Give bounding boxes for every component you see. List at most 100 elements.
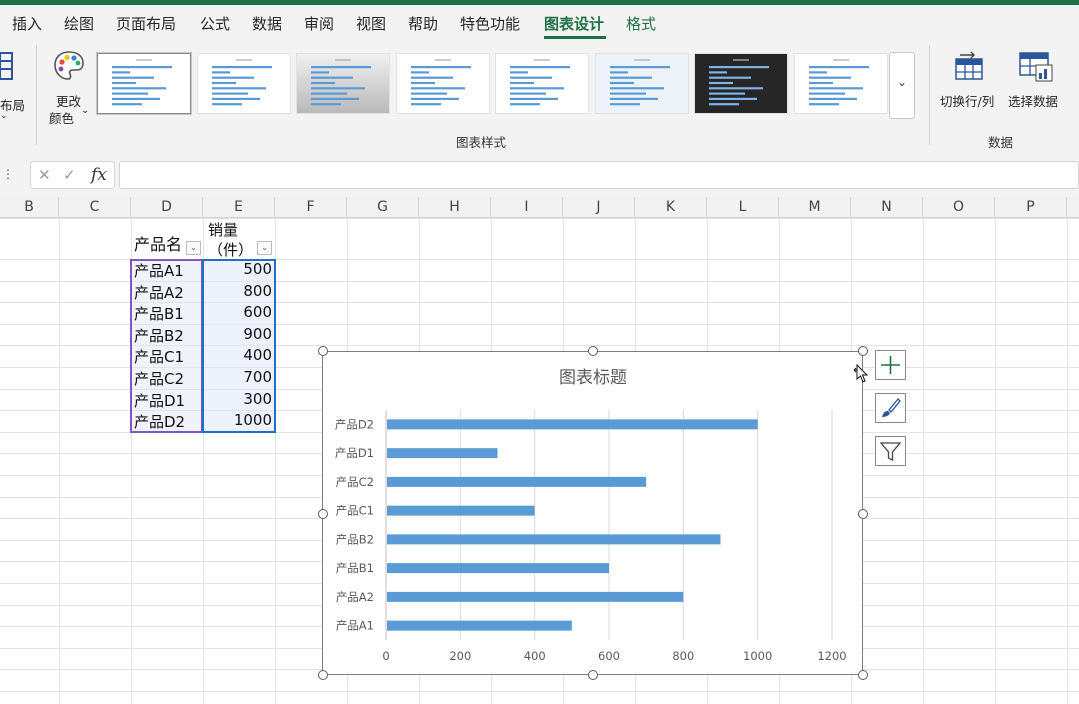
column-header-D[interactable]: D [131, 197, 203, 218]
column-header-M[interactable]: M [779, 197, 851, 218]
tab-data[interactable]: 数据 [252, 13, 282, 34]
bar[interactable] [387, 419, 758, 430]
resize-handle-bottom-left[interactable] [318, 670, 328, 680]
bar[interactable] [387, 476, 647, 487]
chart-title[interactable]: 图表标题 [559, 368, 627, 388]
bar[interactable] [387, 620, 572, 631]
chart-style-thumbnail[interactable] [296, 53, 390, 114]
column-header-E[interactable]: E [203, 197, 275, 218]
column-header-P[interactable]: P [995, 197, 1067, 218]
chart-style-thumbnail[interactable] [495, 53, 589, 114]
tab-draw[interactable]: 绘图 [64, 13, 94, 34]
switch-row-column-button[interactable]: 切换行/列 [938, 47, 1004, 109]
tab-format[interactable]: 格式 [626, 13, 656, 34]
bar[interactable] [387, 563, 609, 574]
insert-function-icon[interactable]: fx [91, 165, 107, 185]
tab-special-features[interactable]: 特色功能 [460, 13, 520, 34]
y-axis-category-label: 产品C2 [336, 475, 374, 489]
resize-handle-top-left[interactable] [318, 346, 328, 356]
table-cell-product[interactable]: 产品B1 [134, 303, 184, 324]
quick-layout-button[interactable]: 布局 ⌄ [0, 51, 30, 121]
table-cell-sales[interactable]: 300 [205, 390, 272, 408]
tab-help[interactable]: 帮助 [408, 13, 438, 34]
chart-area[interactable]: 图表标题 0 200 400 600 800 1000 1200 产品A1 产品A2 产品B1 产品… [322, 351, 863, 675]
resize-handle-right[interactable] [858, 509, 868, 519]
chart-elements-button[interactable] [875, 350, 906, 380]
column-header-L[interactable]: L [707, 197, 779, 218]
table-cell-sales[interactable]: 900 [205, 325, 272, 343]
gallery-more-button[interactable]: ⌄ [889, 52, 915, 119]
table-cell-product[interactable]: 产品D1 [134, 390, 185, 411]
chart-style-thumbnail[interactable] [196, 53, 291, 114]
bar[interactable] [387, 534, 721, 545]
ribbon-separator [929, 45, 930, 145]
header-product-name[interactable]: 产品名 [134, 231, 182, 255]
select-data-button[interactable]: 选择数据 [1006, 47, 1068, 109]
table-cell-sales[interactable]: 1000 [205, 411, 272, 429]
tab-view[interactable]: 视图 [356, 13, 386, 34]
chart-styles-button[interactable] [875, 393, 906, 423]
column-header-N[interactable]: N [851, 197, 923, 218]
tab-chart-design[interactable]: 图表设计 [544, 13, 604, 34]
plus-icon [881, 356, 900, 374]
table-cell-sales[interactable]: 400 [205, 346, 272, 364]
tab-page-layout[interactable]: 页面布局 [116, 13, 176, 34]
formula-actions: ✕ ✓ fx [30, 161, 115, 189]
chart-style-thumbnail[interactable] [395, 53, 490, 114]
chart-style-thumbnail[interactable] [694, 53, 788, 114]
table-cell-sales[interactable]: 800 [205, 282, 272, 300]
filter-dropdown-sales[interactable]: ⌄ [257, 241, 272, 255]
table-cell-product[interactable]: 产品A2 [134, 282, 184, 303]
chart-style-thumbnail[interactable] [96, 52, 192, 115]
chart-style-preview-icon [709, 59, 769, 106]
chart-style-preview-icon [510, 59, 570, 106]
column-header-B[interactable]: B [0, 197, 59, 218]
bar[interactable] [387, 591, 684, 602]
tab-review[interactable]: 审阅 [304, 13, 334, 34]
column-header-I[interactable]: I [491, 197, 563, 218]
tab-formulas[interactable]: 公式 [200, 13, 230, 34]
bar[interactable] [387, 448, 498, 459]
table-cell-product[interactable]: 产品D2 [134, 411, 185, 432]
name-box-more-icon[interactable]: ⋮ [2, 167, 14, 181]
chart-style-thumbnail[interactable] [793, 53, 888, 114]
resize-handle-top-right[interactable] [858, 346, 868, 356]
resize-handle-bottom[interactable] [588, 670, 598, 680]
column-header-H[interactable]: H [419, 197, 491, 218]
table-cell-product[interactable]: 产品A1 [134, 260, 184, 281]
ribbon: 布局 ⌄ 更改 颜色 ⌄ ⌄ 图表样式 切换行/列 选择数据 数据 [0, 41, 1079, 154]
column-header-G[interactable]: G [347, 197, 419, 218]
table-cell-product[interactable]: 产品B2 [134, 325, 184, 346]
formula-bar: ⋮ ✕ ✓ fx [0, 153, 1079, 197]
chart-style-preview-icon [609, 59, 670, 106]
column-header-O[interactable]: O [923, 197, 995, 218]
resize-handle-left[interactable] [318, 509, 328, 519]
bar[interactable] [387, 505, 535, 516]
y-axis-category-label: 产品D1 [335, 446, 374, 460]
resize-handle-top[interactable] [588, 346, 598, 356]
column-header-F[interactable]: F [275, 197, 347, 218]
table-cell-sales[interactable]: 600 [205, 303, 272, 321]
gridline-vertical [1067, 218, 1068, 704]
enter-icon[interactable]: ✓ [63, 166, 76, 184]
chart-filters-button[interactable] [875, 436, 906, 466]
header-sales-line1[interactable]: 销量 [208, 219, 238, 240]
column-header-C[interactable]: C [59, 197, 131, 218]
chart-style-thumbnail[interactable] [594, 53, 689, 114]
ribbon-separator [36, 45, 37, 145]
cancel-icon[interactable]: ✕ [38, 166, 51, 184]
table-cell-product[interactable]: 产品C1 [134, 346, 184, 367]
change-colors-button[interactable]: 更改 颜色 ⌄ [44, 47, 96, 127]
column-header-K[interactable]: K [635, 197, 707, 218]
table-cell-product[interactable]: 产品C2 [134, 368, 184, 389]
filter-dropdown-product[interactable]: ⌄ [186, 241, 201, 255]
resize-handle-bottom-right[interactable] [858, 670, 868, 680]
bar-chart: 图表标题 0 200 400 600 800 1000 1200 产品A1 产品A2 产品B1 产品… [335, 368, 847, 663]
header-sales-line2[interactable]: （件） [208, 239, 253, 260]
column-header-J[interactable]: J [563, 197, 635, 218]
table-cell-sales[interactable]: 500 [205, 260, 272, 278]
formula-input[interactable] [119, 161, 1079, 189]
table-cell-sales[interactable]: 700 [205, 368, 272, 386]
tab-insert[interactable]: 插入 [12, 13, 42, 34]
gridline-vertical [923, 218, 924, 704]
